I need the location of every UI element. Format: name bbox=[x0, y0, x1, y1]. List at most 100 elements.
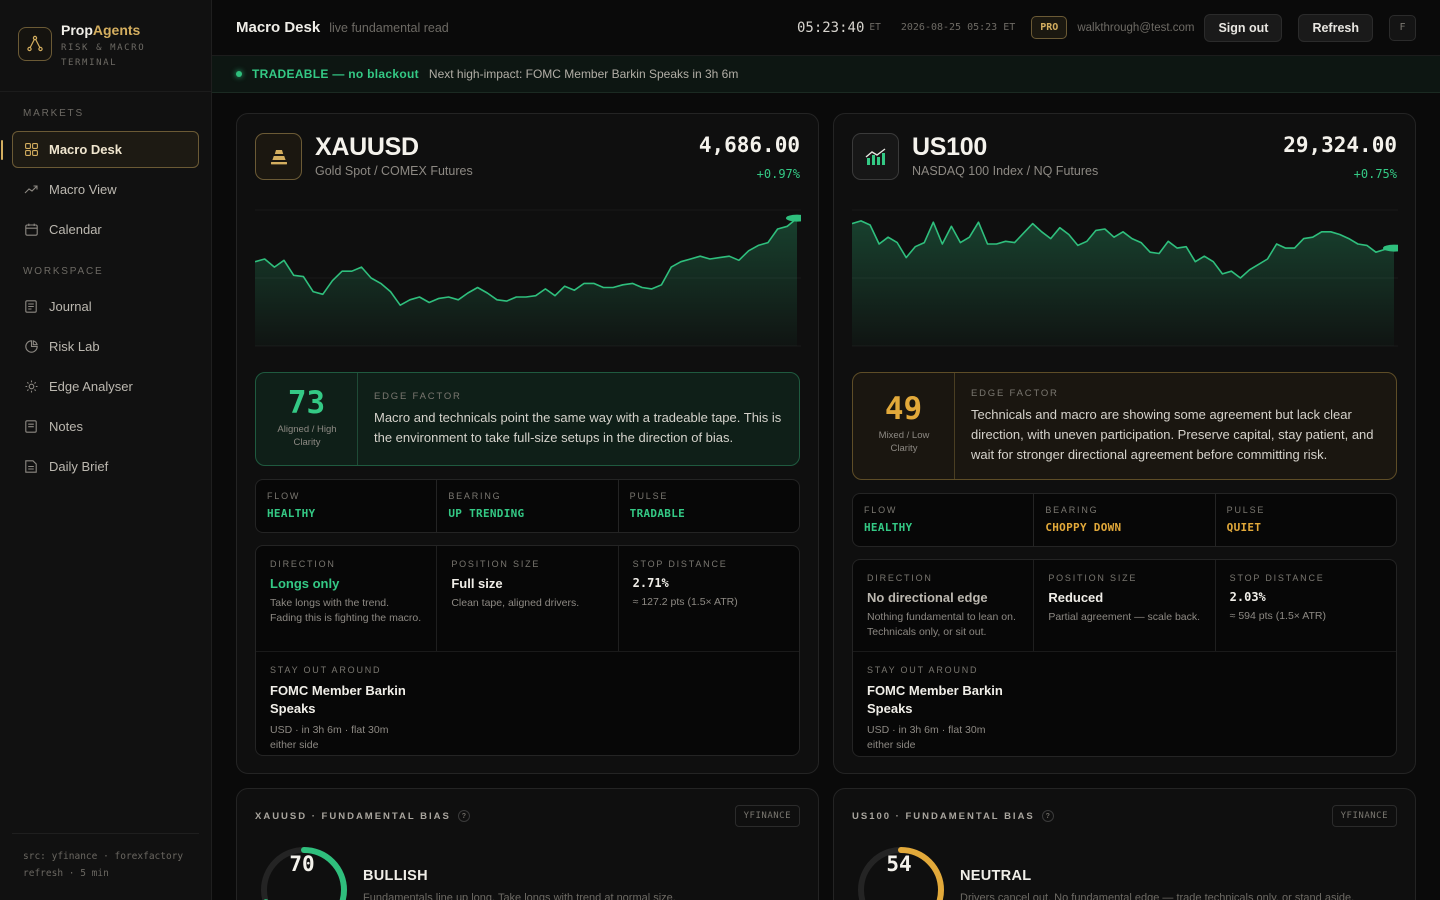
sidebar-item-calendar[interactable]: Calendar bbox=[12, 211, 199, 248]
asset-name: Gold Spot / COMEX Futures bbox=[315, 164, 473, 178]
chart-area-fill bbox=[852, 220, 1394, 346]
calendar-icon bbox=[24, 223, 38, 237]
datetime-stamp: 2026-08-25 05:23 ET bbox=[900, 22, 1016, 33]
asset-card-xauusd: XAUUSD Gold Spot / COMEX Futures 4,686.0… bbox=[236, 113, 819, 774]
stats-strip: FLOW HEALTHY BEARING UP TRENDING PULSE TRAD… bbox=[255, 479, 800, 533]
stop-distance-value: 2.03% bbox=[1229, 590, 1266, 604]
chart-last-point bbox=[786, 214, 801, 222]
bias-label: BULLISH bbox=[363, 868, 428, 884]
sidebar-item-label: Edge Analyser bbox=[49, 379, 133, 394]
stop-distance-note: ≈ 127.2 pts (1.5× ATR) bbox=[632, 596, 738, 608]
direction-note: Nothing fundamental to lean on. Technica… bbox=[867, 611, 1016, 638]
brand-name-accent: Agents bbox=[92, 22, 141, 38]
sidebar-item-risk-lab[interactable]: Risk Lab bbox=[12, 328, 199, 365]
flow-value: HEALTHY bbox=[864, 521, 913, 534]
edge-caption: Aligned / High Clarity bbox=[277, 424, 337, 448]
footer-source: src: yfinance · forexfactory bbox=[23, 851, 184, 862]
brand-logo-icon bbox=[18, 27, 52, 61]
brand: PropAgents RISK & MACRO TERMINAL bbox=[0, 0, 211, 92]
sidebar-item-label: Daily Brief bbox=[49, 459, 109, 474]
page-subtitle: live fundamental read bbox=[329, 21, 449, 35]
bearing-label: BEARING bbox=[448, 491, 502, 501]
brand-name-part: Prop bbox=[61, 22, 93, 38]
stay-out-note: USD · in 3h 6m · flat 30m either side bbox=[867, 724, 986, 751]
flow-value: HEALTHY bbox=[267, 507, 316, 520]
flow-label: FLOW bbox=[864, 505, 898, 515]
stay-out-event: FOMC Member Barkin Speaks bbox=[867, 683, 1003, 716]
asset-price: 4,686.00 bbox=[698, 133, 800, 157]
edge-factor-panel: 49 Mixed / Low Clarity EDGE FACTOR Techn… bbox=[852, 372, 1397, 480]
sidebar-item-macro-view[interactable]: Macro View bbox=[12, 171, 199, 208]
price-chart bbox=[852, 209, 1398, 347]
position-size-value: Full size bbox=[451, 576, 503, 591]
stay-out-label: STAY OUT AROUND bbox=[867, 665, 979, 675]
direction-value: Longs only bbox=[270, 576, 340, 591]
bias-card-us100: US100 · FUNDAMENTAL BIAS? YFINANCE 54 NE… bbox=[833, 788, 1416, 900]
asset-symbol: XAUUSD bbox=[315, 133, 419, 161]
asset-symbol: US100 bbox=[912, 133, 987, 161]
sidebar-item-label: Risk Lab bbox=[49, 339, 100, 354]
stay-out-label: STAY OUT AROUND bbox=[270, 665, 382, 675]
trend-icon bbox=[24, 183, 38, 197]
plan-badge: PRO bbox=[1031, 16, 1068, 39]
sidebar-item-edge-analyser[interactable]: Edge Analyser bbox=[12, 368, 199, 405]
pulse-value: TRADABLE bbox=[629, 507, 686, 520]
stop-distance-note: ≈ 594 pts (1.5× ATR) bbox=[1229, 610, 1326, 622]
price-chart bbox=[255, 209, 801, 347]
edge-caption: Mixed / Low Clarity bbox=[878, 430, 930, 454]
edge-label: EDGE FACTOR bbox=[971, 388, 1059, 399]
clock: 05:23:40 bbox=[796, 19, 865, 36]
fullscreen-toggle[interactable]: F bbox=[1389, 14, 1416, 41]
trade-plan: DIRECTION No directional edge Nothing fu… bbox=[852, 559, 1397, 757]
sidebar-item-label: Notes bbox=[49, 419, 83, 434]
sidebar-item-journal[interactable]: Journal bbox=[12, 288, 199, 325]
source-badge: YFINANCE bbox=[1331, 805, 1397, 827]
sidebar-footer: src: yfinance · forexfactory refresh · 5… bbox=[12, 833, 199, 882]
journal-icon bbox=[24, 300, 38, 314]
sidebar-item-macro-desk[interactable]: Macro Desk bbox=[1, 131, 199, 168]
position-size-note: Partial agreement — scale back. bbox=[1048, 611, 1201, 623]
edge-text: Technicals and macro are showing some ag… bbox=[971, 407, 1374, 462]
pulse-value: QUIET bbox=[1226, 521, 1262, 534]
flow-label: FLOW bbox=[267, 491, 301, 501]
sidebar-item-notes[interactable]: Notes bbox=[12, 408, 199, 445]
position-size-label: POSITION SIZE bbox=[1048, 573, 1138, 583]
bearing-label: BEARING bbox=[1045, 505, 1099, 515]
direction-value: No directional edge bbox=[867, 590, 988, 605]
status-dot-icon bbox=[236, 71, 242, 77]
brand-name: PropAgents bbox=[61, 22, 171, 38]
help-icon[interactable]: ? bbox=[1041, 810, 1054, 822]
asset-price: 29,324.00 bbox=[1283, 133, 1397, 157]
trade-plan: DIRECTION Longs only Take longs with the… bbox=[255, 545, 800, 756]
grid-icon bbox=[24, 143, 38, 157]
bias-title: US100 · FUNDAMENTAL BIAS bbox=[852, 810, 1035, 822]
edge-score: 49 bbox=[884, 391, 923, 427]
direction-note: Take longs with the trend. Fading this i… bbox=[270, 597, 422, 624]
edge-label: EDGE FACTOR bbox=[374, 391, 462, 402]
stop-distance-value: 2.71% bbox=[632, 576, 669, 590]
help-icon[interactable]: ? bbox=[457, 810, 470, 822]
sidebar-item-daily-brief[interactable]: Daily Brief bbox=[12, 448, 199, 485]
edge-score: 73 bbox=[287, 385, 326, 421]
chart-area-fill bbox=[255, 218, 797, 346]
sidebar-item-label: Macro Desk bbox=[49, 142, 122, 157]
bearing-value: UP TRENDING bbox=[448, 507, 525, 520]
source-badge: YFINANCE bbox=[734, 805, 800, 827]
footer-refresh: refresh · 5 min bbox=[23, 868, 109, 879]
stay-out-event: FOMC Member Barkin Speaks bbox=[270, 683, 406, 716]
asset-change: +0.75% bbox=[1353, 167, 1397, 181]
bias-score: 70 bbox=[289, 852, 315, 876]
sign-out-button[interactable]: Sign out bbox=[1204, 13, 1283, 42]
brand-tagline: RISK & MACRO TERMINAL bbox=[61, 43, 146, 68]
nav-section-markets: MARKETS bbox=[23, 108, 84, 119]
position-size-label: POSITION SIZE bbox=[451, 559, 541, 569]
edge-factor-panel: 73 Aligned / High Clarity EDGE FACTOR Ma… bbox=[255, 372, 800, 466]
page-title: Macro Desk bbox=[236, 19, 321, 36]
bias-title: XAUUSD · FUNDAMENTAL BIAS bbox=[255, 810, 451, 822]
main-content: Macro Desk live fundamental read 05:23:4… bbox=[212, 0, 1440, 900]
sidebar-item-label: Journal bbox=[49, 299, 92, 314]
asset-card-us100: US100 NASDAQ 100 Index / NQ Futures 29,3… bbox=[833, 113, 1416, 774]
edge-text: Macro and technicals point the same way … bbox=[374, 410, 782, 445]
brief-icon bbox=[24, 460, 38, 474]
refresh-button[interactable]: Refresh bbox=[1298, 13, 1373, 42]
